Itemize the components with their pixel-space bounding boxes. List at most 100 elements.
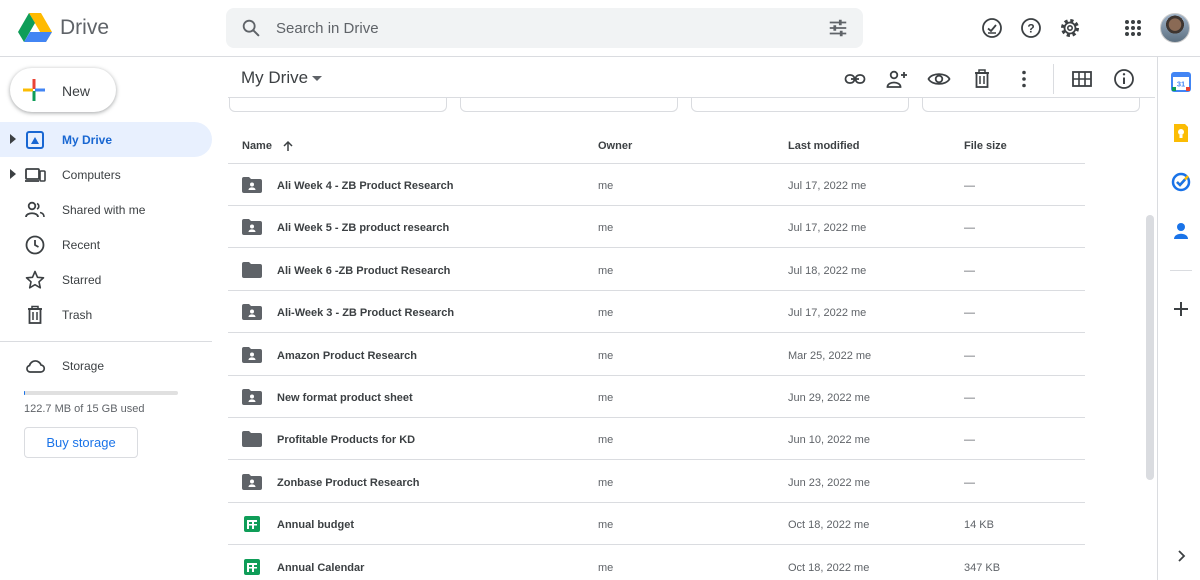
suggested-card[interactable] <box>460 97 678 112</box>
contacts-icon[interactable] <box>1171 221 1191 241</box>
tasks-icon[interactable] <box>1171 172 1191 192</box>
suggested-card[interactable] <box>229 97 447 112</box>
table-row[interactable]: Ali Week 4 - ZB Product Research me Jul 17… <box>228 164 1085 206</box>
folder-icon <box>242 261 262 278</box>
file-name: Annual budget <box>277 519 354 532</box>
table-row[interactable]: Amazon Product Research me Mar 25, 2022 me… <box>228 334 1085 376</box>
file-size: — <box>964 349 975 362</box>
file-last-modified: Jun 23, 2022 me <box>788 476 870 489</box>
new-button-label: New <box>62 83 91 99</box>
file-size: — <box>964 222 975 235</box>
caret-right-icon[interactable] <box>9 169 17 179</box>
column-header-file-size: File size <box>964 140 1007 152</box>
caret-right-icon[interactable] <box>9 134 17 144</box>
search-icon[interactable] <box>240 17 262 39</box>
file-name: Ali-Week 3 - ZB Product Research <box>277 307 455 320</box>
table-row[interactable]: Profitable Products for KD me Jun 10, 2022… <box>228 418 1085 461</box>
clock-icon <box>25 235 45 255</box>
file-owner: me <box>598 264 614 277</box>
link-icon[interactable] <box>843 67 867 91</box>
new-button[interactable]: New <box>10 68 116 112</box>
sidebar-item-recent[interactable]: Recent <box>0 227 212 262</box>
search-bar[interactable] <box>226 8 863 48</box>
sidebar-item-label: Recent <box>62 238 101 252</box>
file-last-modified: Jul 18, 2022 me <box>788 264 867 277</box>
sidebar-item-shared-with-me[interactable]: Shared with me <box>0 192 212 227</box>
chevron-down-icon[interactable] <box>312 76 322 82</box>
suggested-card[interactable] <box>922 97 1140 112</box>
sidebar-item-label: Computers <box>62 168 121 182</box>
table-row[interactable]: Ali-Week 3 - ZB Product Research me Jul 17… <box>228 291 1085 334</box>
table-row[interactable]: Ali Week 5 - ZB product research me Jul 17… <box>228 206 1085 249</box>
folder-icon <box>242 431 262 448</box>
scrollbar-thumb[interactable] <box>1146 215 1154 480</box>
more-icon[interactable] <box>1012 67 1036 91</box>
file-size: — <box>964 434 975 447</box>
file-name: Ali Week 6 -ZB Product Research <box>277 264 451 277</box>
search-options-icon[interactable] <box>827 17 849 39</box>
drive-logo-icon[interactable] <box>18 12 52 44</box>
arrow-up-icon[interactable] <box>282 140 294 152</box>
star-icon <box>25 270 45 289</box>
chevron-right-icon[interactable] <box>1171 546 1191 566</box>
column-header-name[interactable]: Name <box>242 140 272 152</box>
sidebar-item-computers[interactable]: Computers <box>0 157 212 192</box>
table-row[interactable]: Annual budget me Oct 18, 2022 me 14 KB <box>228 503 1085 546</box>
share-icon[interactable] <box>885 67 909 91</box>
computers-icon <box>25 168 46 182</box>
table-row[interactable]: Zonbase Product Research me Jun 23, 2022 m… <box>228 461 1085 503</box>
sidebar-item-my-drive[interactable]: My Drive <box>0 122 212 157</box>
account-avatar[interactable] <box>1160 13 1190 43</box>
file-name: Zonbase Product Research <box>277 476 420 489</box>
calendar-day: 31 <box>1177 80 1185 89</box>
shared-folder-icon <box>242 177 262 193</box>
file-size: — <box>964 307 975 320</box>
apps-icon[interactable] <box>1121 16 1145 40</box>
table-row[interactable]: Ali Week 6 -ZB Product Research me Jul 18,… <box>228 249 1085 291</box>
buy-storage-button[interactable]: Buy storage <box>24 427 138 458</box>
file-owner: me <box>598 349 614 362</box>
grid-view-icon[interactable] <box>1070 67 1094 91</box>
column-header-last-modified[interactable]: Last modified <box>788 140 860 152</box>
suggested-card[interactable] <box>691 97 909 112</box>
calendar-icon[interactable]: 31 <box>1171 72 1191 92</box>
sidebar-item-label: Shared with me <box>62 203 146 217</box>
storage-used-text: 122.7 MB of 15 GB used <box>24 403 145 415</box>
plus-icon <box>23 79 45 101</box>
sidebar-item-storage[interactable]: Storage <box>0 348 212 383</box>
settings-icon[interactable] <box>1058 16 1082 40</box>
top-bar: Drive ? <box>0 0 1200 57</box>
file-last-modified: Jun 10, 2022 me <box>788 434 870 447</box>
sidebar-item-label: Starred <box>62 273 102 287</box>
file-name: Ali Week 5 - ZB product research <box>277 222 450 235</box>
info-icon[interactable] <box>1112 67 1136 91</box>
file-owner: me <box>598 307 614 320</box>
cloud-icon <box>26 360 46 373</box>
shared-folder-icon <box>242 219 262 236</box>
page-title[interactable]: My Drive <box>241 68 308 88</box>
table-row[interactable]: New format product sheet me Jun 29, 2022 m… <box>228 376 1085 418</box>
storage-progress-bar <box>24 391 178 395</box>
trash-icon[interactable] <box>970 67 994 91</box>
file-owner: me <box>598 392 614 404</box>
file-last-modified: Jun 29, 2022 me <box>788 392 870 404</box>
file-size: 347 KB <box>964 561 1001 574</box>
file-owner: me <box>598 561 614 574</box>
sidebar-item-label: Trash <box>62 308 93 322</box>
app-name[interactable]: Drive <box>60 16 109 40</box>
keep-icon[interactable] <box>1171 123 1191 143</box>
search-input[interactable] <box>276 8 816 48</box>
preview-icon[interactable] <box>927 67 951 91</box>
sidebar-item-trash[interactable]: Trash <box>0 297 212 332</box>
file-owner: me <box>598 434 614 447</box>
sidebar-item-starred[interactable]: Starred <box>0 262 212 297</box>
add-icon[interactable] <box>1171 299 1191 319</box>
file-size: — <box>964 476 975 489</box>
help-icon[interactable]: ? <box>1019 16 1043 40</box>
ready-for-offline-icon[interactable] <box>980 16 1004 40</box>
file-last-modified: Mar 25, 2022 me <box>788 349 872 362</box>
file-name: Profitable Products for KD <box>277 434 416 447</box>
table-row[interactable]: Annual Calendar me Oct 18, 2022 me 347 KB <box>228 546 1085 580</box>
shared-folder-icon <box>242 389 262 405</box>
sidebar-item-label: My Drive <box>62 133 113 147</box>
